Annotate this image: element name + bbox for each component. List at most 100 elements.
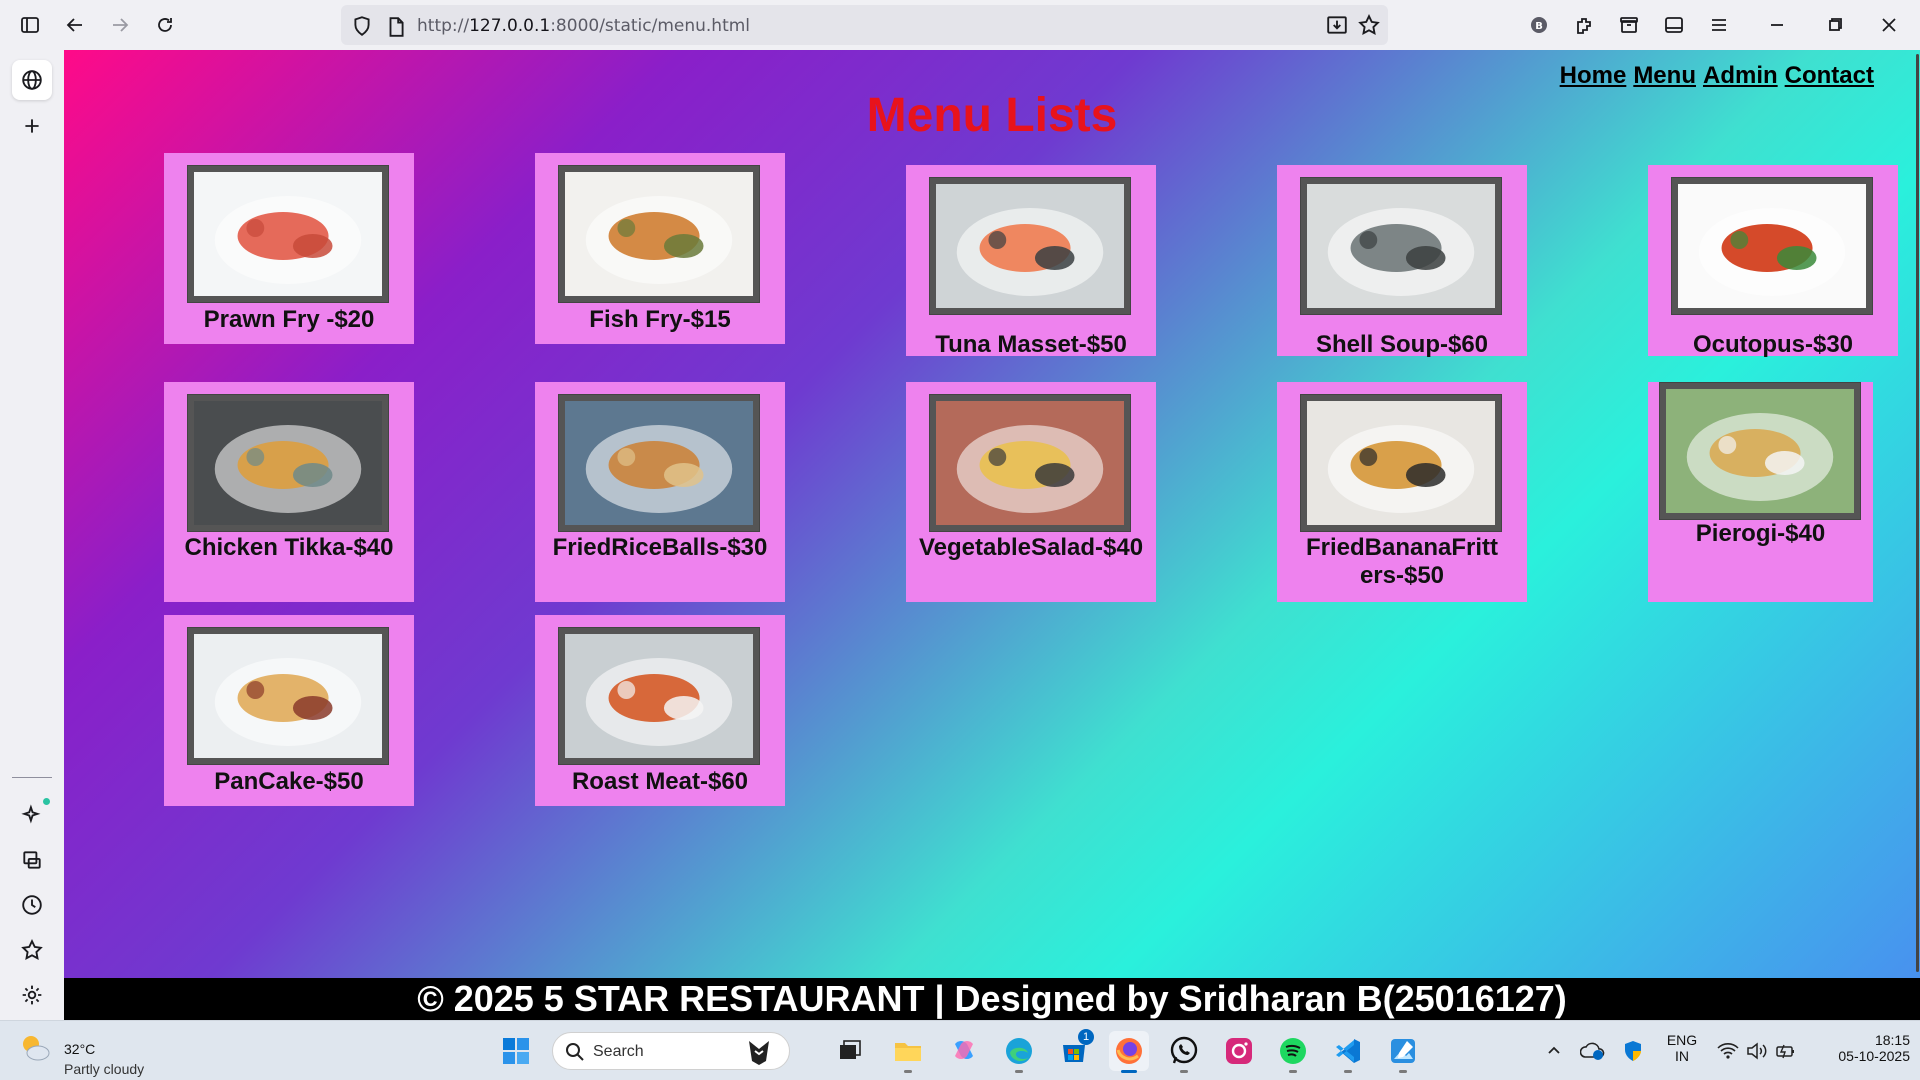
menu-item-photo-frame xyxy=(187,165,389,303)
menu-item-card[interactable]: Ocutopus-$30 xyxy=(1648,165,1898,358)
chevron-up-icon[interactable] xyxy=(1534,1031,1574,1071)
menu-item-label: Tuna Masset-$50 xyxy=(935,331,1127,358)
page-viewport: Home Menu Admin Contact Menu Lists Prawn… xyxy=(64,50,1920,1020)
menu-item-card[interactable]: Shell Soup-$60 xyxy=(1277,165,1527,358)
sidebar-settings-icon[interactable] xyxy=(12,975,52,1015)
top-navigation: Home Menu Admin Contact xyxy=(1560,62,1874,90)
menu-item-photo-frame xyxy=(929,177,1131,315)
back-icon[interactable] xyxy=(60,10,90,40)
menu-item-label: FriedRiceBalls-$30 xyxy=(552,534,768,561)
extensions-icon[interactable] xyxy=(1569,10,1599,40)
menu-item-card[interactable]: Fish Fry-$15 xyxy=(535,153,785,344)
restore-icon[interactable] xyxy=(1820,10,1850,40)
file-explorer-icon[interactable] xyxy=(888,1031,928,1073)
menu-item-label: VegetableSalad-$40 xyxy=(918,534,1144,561)
menu-item-photo-frame xyxy=(187,627,389,765)
minimize-icon[interactable] xyxy=(1762,10,1792,40)
menu-item-photo-frame xyxy=(558,165,760,303)
language-indicator[interactable]: ENG IN xyxy=(1660,1032,1704,1064)
copilot-icon[interactable] xyxy=(944,1031,984,1071)
account-icon[interactable]: B xyxy=(1524,10,1554,40)
instagram-icon[interactable] xyxy=(1219,1031,1259,1071)
menu-item-card[interactable]: Pierogi-$40 xyxy=(1648,382,1873,602)
microsoft-store-icon[interactable]: 1 xyxy=(1054,1029,1094,1071)
menu-item-label: Pierogi-$40 xyxy=(1695,520,1826,547)
sidebar-add-icon[interactable] xyxy=(12,106,52,146)
whatsapp-icon[interactable] xyxy=(1164,1031,1204,1073)
menu-item-label: FriedBananaFritters-$50 xyxy=(1305,534,1499,589)
url-text[interactable]: http://127.0.0.1:8000/static/menu.html xyxy=(417,16,750,36)
menu-item-label: Roast Meat-$60 xyxy=(571,768,749,795)
sidebar-notification-dot xyxy=(43,798,50,805)
menu-item-label: Chicken Tikka-$40 xyxy=(184,534,394,561)
forward-icon[interactable] xyxy=(105,10,135,40)
sidebar-bookmarks-icon[interactable] xyxy=(12,930,52,970)
taskbar-search[interactable]: Search xyxy=(552,1032,790,1070)
nav-link-contact[interactable]: Contact xyxy=(1785,62,1874,90)
sidebar-panel-icon[interactable] xyxy=(1659,10,1689,40)
security-shield-icon[interactable] xyxy=(1613,1031,1653,1071)
reload-icon[interactable] xyxy=(150,10,180,40)
partly-cloudy-icon xyxy=(23,1036,50,1061)
svg-text:B: B xyxy=(1535,21,1543,32)
menu-item-photo xyxy=(194,172,382,296)
page-scrollbar[interactable] xyxy=(1914,50,1920,980)
address-bar[interactable]: http://127.0.0.1:8000/static/menu.html xyxy=(341,5,1388,45)
menu-item-card[interactable]: Chicken Tikka-$40 xyxy=(164,382,414,602)
clock[interactable]: 18:15 05-10-2025 xyxy=(1810,1032,1910,1064)
menu-item-photo-frame xyxy=(1300,394,1502,532)
menu-item-label: Prawn Fry -$20 xyxy=(203,306,375,333)
image-editor-icon[interactable] xyxy=(1383,1031,1423,1073)
weather-desc: Partly cloudy xyxy=(64,1061,145,1077)
menu-item-photo xyxy=(1307,401,1495,525)
task-view-icon[interactable] xyxy=(830,1031,870,1071)
menu-item-label: Ocutopus-$30 xyxy=(1692,331,1854,358)
menu-item-photo xyxy=(1666,389,1854,513)
lang-top: ENG xyxy=(1666,1032,1698,1048)
menu-item-card[interactable]: Tuna Masset-$50 xyxy=(906,165,1156,358)
clock-date: 05-10-2025 xyxy=(1838,1048,1910,1064)
clock-time: 18:15 xyxy=(1874,1032,1910,1048)
containers-icon[interactable] xyxy=(1614,10,1644,40)
firefox-icon[interactable] xyxy=(1109,1031,1149,1073)
menu-item-photo xyxy=(565,401,753,525)
sidebar-synced-tabs-icon[interactable] xyxy=(12,840,52,880)
sidebar-globe-icon[interactable] xyxy=(12,60,52,100)
menu-item-label: Fish Fry-$15 xyxy=(589,306,731,333)
vscode-icon[interactable] xyxy=(1328,1031,1368,1073)
menu-item-card[interactable]: Roast Meat-$60 xyxy=(535,615,785,806)
menu-item-photo-frame xyxy=(929,394,1131,532)
weather-widget[interactable]: 32°C Partly cloudy xyxy=(18,1031,144,1077)
menu-item-card[interactable]: PanCake-$50 xyxy=(164,615,414,806)
page-info-icon[interactable] xyxy=(385,16,407,38)
menu-item-card[interactable]: VegetableSalad-$40 xyxy=(906,382,1156,602)
menu-item-card[interactable]: Prawn Fry -$20 xyxy=(164,153,414,344)
footer: © 2025 5 STAR RESTAURANT | Designed by S… xyxy=(64,978,1920,1020)
close-icon[interactable] xyxy=(1874,10,1904,40)
bookmark-star-icon[interactable] xyxy=(1358,14,1380,36)
nav-link-home[interactable]: Home xyxy=(1560,62,1627,90)
menu-hamburger-icon[interactable] xyxy=(1704,10,1734,40)
menu-item-photo xyxy=(194,634,382,758)
start-windows-icon[interactable] xyxy=(496,1031,536,1071)
menu-item-photo xyxy=(194,401,382,525)
weather-temp: 32°C xyxy=(64,1041,96,1057)
browser-toolbar: http://127.0.0.1:8000/static/menu.html B xyxy=(0,0,1920,50)
menu-item-card[interactable]: FriedRiceBalls-$30 xyxy=(535,382,785,602)
tracking-shield-icon[interactable] xyxy=(351,15,373,37)
menu-item-photo xyxy=(936,184,1124,308)
menu-item-card[interactable]: FriedBananaFritters-$50 xyxy=(1277,382,1527,602)
browser-sidebar xyxy=(0,50,64,1020)
install-page-icon[interactable] xyxy=(1326,14,1348,36)
battery-icon[interactable] xyxy=(1766,1031,1806,1071)
edge-browser-icon[interactable] xyxy=(999,1031,1039,1073)
windows-taskbar: 32°C Partly cloudy Search 1 ENG IN 18:15… xyxy=(0,1020,1920,1080)
nav-link-admin[interactable]: Admin xyxy=(1703,62,1778,90)
onedrive-icon[interactable] xyxy=(1573,1031,1613,1071)
menu-item-photo xyxy=(565,172,753,296)
nav-link-menu[interactable]: Menu xyxy=(1633,62,1696,90)
sidebar-history-icon[interactable] xyxy=(12,885,52,925)
sidebar-toggle-icon[interactable] xyxy=(15,10,45,40)
menu-item-photo xyxy=(1678,184,1866,308)
spotify-icon[interactable] xyxy=(1273,1031,1313,1073)
